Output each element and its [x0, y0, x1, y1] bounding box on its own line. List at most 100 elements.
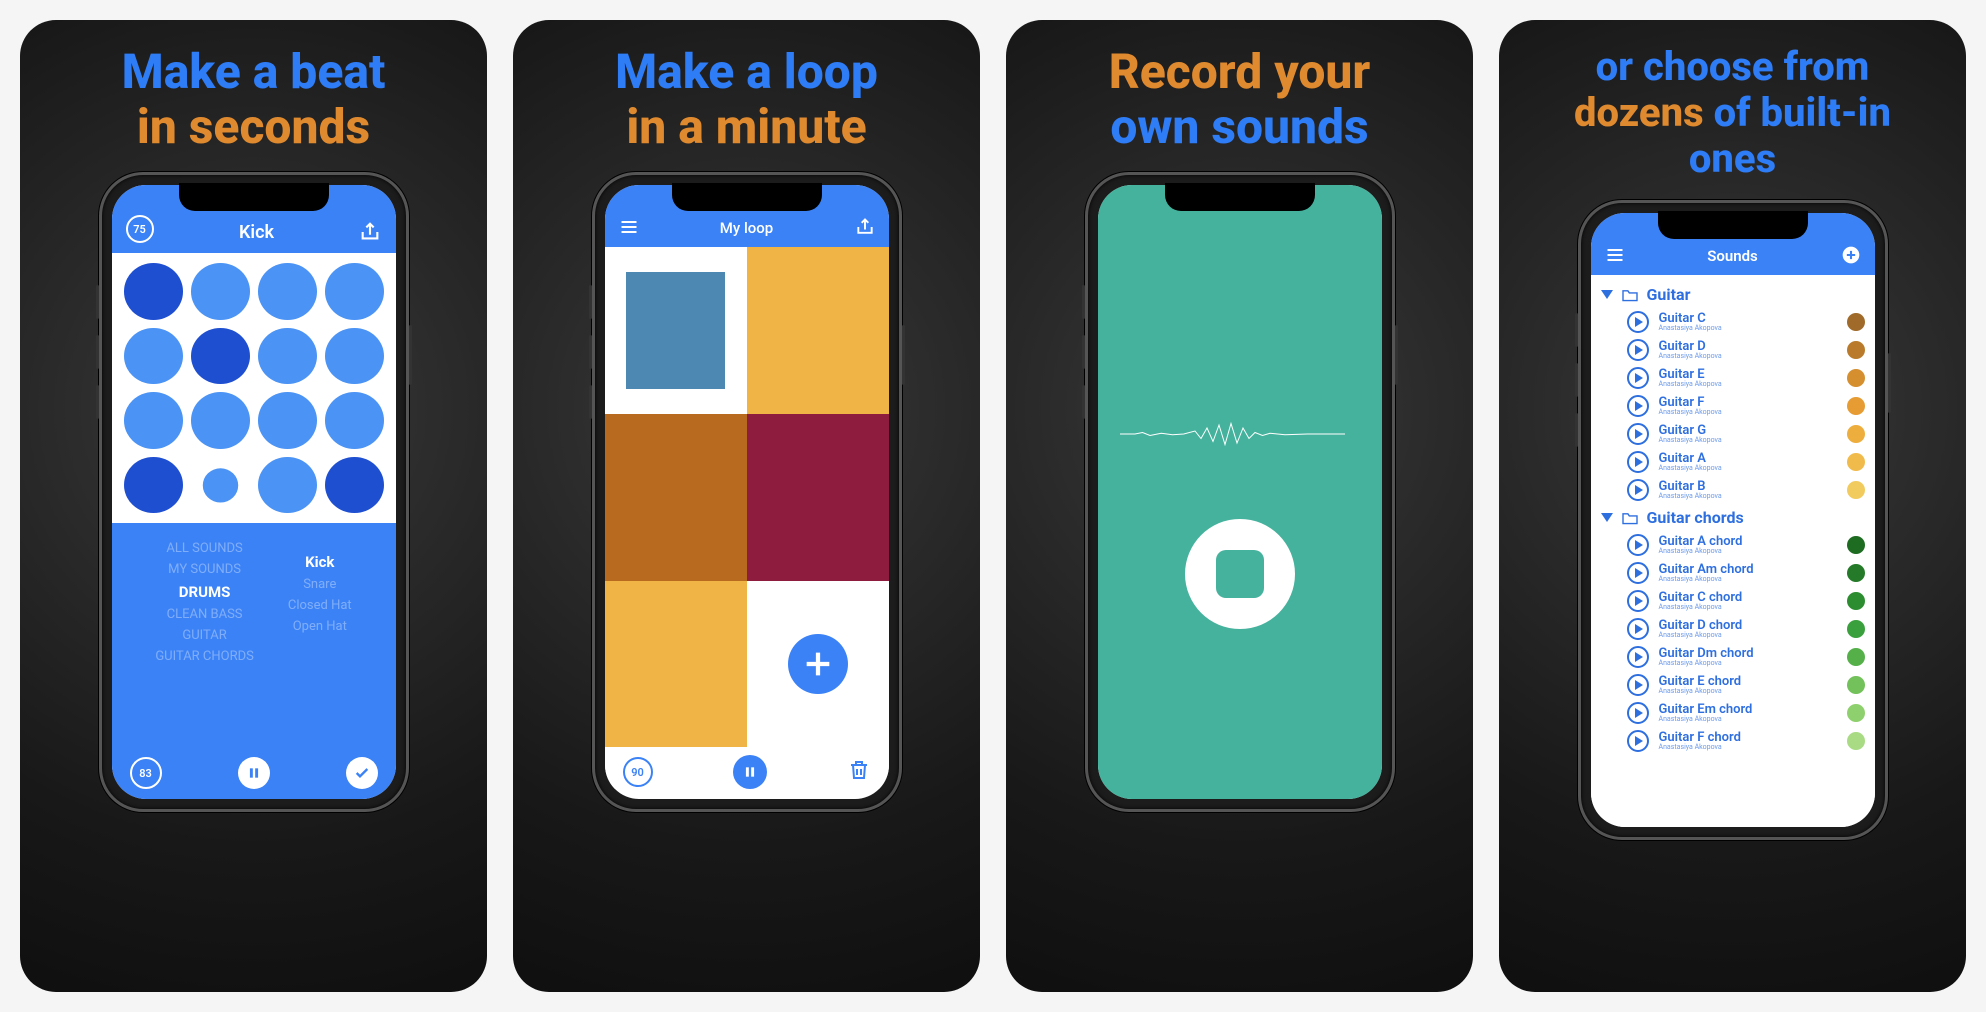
picker-option[interactable]: DRUMS	[179, 583, 231, 601]
trash-icon	[847, 758, 871, 782]
promo-panel-4: or choose from dozens of built-in ones S…	[1499, 20, 1966, 992]
play-icon[interactable]	[1627, 534, 1649, 556]
sound-row[interactable]: Guitar BAnastasiya Akopova	[1601, 476, 1865, 504]
sound-row[interactable]: Guitar A chordAnastasiya Akopova	[1601, 531, 1865, 559]
phone-mock-2: My loop 90	[592, 172, 902, 812]
sound-row[interactable]: Guitar Am chordAnastasiya Akopova	[1601, 559, 1865, 587]
folder-name: Guitar	[1647, 285, 1691, 304]
play-icon[interactable]	[1627, 730, 1649, 752]
play-icon[interactable]	[1627, 590, 1649, 612]
pad[interactable]	[191, 392, 250, 449]
phone-mock-4: Sounds GuitarGuitar CAnastasiya AkopovaG…	[1578, 200, 1888, 840]
picker-option[interactable]: Closed Hat	[288, 598, 352, 613]
play-icon[interactable]	[1627, 674, 1649, 696]
pad[interactable]	[124, 392, 183, 449]
add-loop-tile[interactable]	[747, 581, 889, 748]
sound-row[interactable]: Guitar Em chordAnastasiya Akopova	[1601, 699, 1865, 727]
play-icon[interactable]	[1627, 479, 1649, 501]
pad[interactable]	[325, 328, 384, 385]
loop-tile[interactable]	[605, 581, 747, 748]
color-swatch	[1847, 648, 1865, 666]
sound-row[interactable]: Guitar E chordAnastasiya Akopova	[1601, 671, 1865, 699]
sound-label: Guitar FAnastasiya Akopova	[1659, 396, 1837, 417]
pad[interactable]	[258, 457, 317, 514]
sound-row[interactable]: Guitar Dm chordAnastasiya Akopova	[1601, 643, 1865, 671]
pad[interactable]	[202, 468, 237, 502]
loop-tile[interactable]	[747, 247, 889, 414]
bpm-button[interactable]: 83	[130, 757, 162, 789]
sound-row[interactable]: Guitar C chordAnastasiya Akopova	[1601, 587, 1865, 615]
share-icon[interactable]	[359, 221, 381, 243]
play-icon[interactable]	[1627, 311, 1649, 333]
stop-record-button[interactable]	[1185, 519, 1295, 629]
bpm-indicator-top[interactable]: 75	[126, 215, 154, 243]
panel1-headline: Make a beat in seconds	[108, 44, 400, 154]
bpm-button[interactable]: 90	[623, 757, 653, 787]
loop-tile[interactable]	[605, 247, 747, 414]
pad[interactable]	[124, 457, 183, 514]
play-icon[interactable]	[1627, 451, 1649, 473]
color-swatch	[1847, 704, 1865, 722]
phone-screen-4: Sounds GuitarGuitar CAnastasiya AkopovaG…	[1591, 213, 1875, 827]
add-loop-button[interactable]	[788, 634, 848, 694]
pad[interactable]	[258, 263, 317, 320]
screen4-title: Sounds	[1707, 247, 1758, 265]
picker-option[interactable]: Open Hat	[293, 619, 347, 634]
picker-option[interactable]: GUITAR CHORDS	[155, 649, 254, 664]
picker-column-category[interactable]: ALL SOUNDS MY SOUNDS DRUMS CLEAN BASS GUITAR…	[155, 541, 254, 664]
sound-row[interactable]: Guitar CAnastasiya Akopova	[1601, 308, 1865, 336]
menu-icon[interactable]	[1605, 245, 1625, 265]
loop-tile[interactable]	[747, 414, 889, 581]
phone-notch	[1165, 183, 1315, 211]
delete-button[interactable]	[847, 758, 871, 786]
picker-option[interactable]: CLEAN BASS	[167, 607, 243, 622]
pad[interactable]	[325, 263, 384, 320]
sound-label: Guitar A chordAnastasiya Akopova	[1659, 535, 1837, 556]
sound-row[interactable]: Guitar F chordAnastasiya Akopova	[1601, 727, 1865, 755]
pad[interactable]	[191, 263, 250, 320]
play-icon[interactable]	[1627, 646, 1649, 668]
loop-grid[interactable]	[605, 247, 889, 747]
menu-icon[interactable]	[619, 217, 639, 237]
sound-picker[interactable]: ALL SOUNDS MY SOUNDS DRUMS CLEAN BASS GUITAR…	[112, 523, 396, 799]
plus-icon	[801, 647, 835, 681]
sound-folder[interactable]: Guitar chords	[1601, 504, 1865, 531]
sound-folder[interactable]: Guitar	[1601, 281, 1865, 308]
sound-row[interactable]: Guitar AAnastasiya Akopova	[1601, 448, 1865, 476]
sound-row[interactable]: Guitar FAnastasiya Akopova	[1601, 392, 1865, 420]
pad[interactable]	[325, 457, 384, 514]
picker-option[interactable]: Snare	[303, 577, 336, 592]
pad[interactable]	[258, 328, 317, 385]
pad[interactable]	[124, 328, 183, 385]
sound-label: Guitar CAnastasiya Akopova	[1659, 312, 1837, 333]
picker-option[interactable]: Kick	[305, 553, 334, 571]
pause-button[interactable]	[238, 757, 270, 789]
sound-row[interactable]: Guitar GAnastasiya Akopova	[1601, 420, 1865, 448]
play-icon[interactable]	[1627, 423, 1649, 445]
picker-option[interactable]: ALL SOUNDS	[166, 541, 242, 556]
sound-row[interactable]: Guitar DAnastasiya Akopova	[1601, 336, 1865, 364]
pad[interactable]	[191, 328, 250, 385]
play-icon[interactable]	[1627, 618, 1649, 640]
pad-grid[interactable]	[112, 253, 396, 523]
confirm-button[interactable]	[346, 757, 378, 789]
picker-option[interactable]: GUITAR	[182, 628, 226, 643]
add-sound-icon[interactable]	[1841, 245, 1861, 265]
sounds-list[interactable]: Guitar Guitar CAnastasiya Akopova Guitar D…	[1591, 275, 1875, 827]
sound-label: Guitar AAnastasiya Akopova	[1659, 452, 1837, 473]
play-icon[interactable]	[1627, 367, 1649, 389]
pad[interactable]	[258, 392, 317, 449]
pad[interactable]	[124, 263, 183, 320]
play-icon[interactable]	[1627, 395, 1649, 417]
picker-column-sound[interactable]: Kick Snare Closed Hat Open Hat	[288, 541, 352, 664]
pause-button[interactable]	[733, 755, 767, 789]
picker-option[interactable]: MY SOUNDS	[168, 562, 241, 577]
share-icon[interactable]	[855, 217, 875, 237]
play-icon[interactable]	[1627, 702, 1649, 724]
play-icon[interactable]	[1627, 562, 1649, 584]
loop-tile[interactable]	[605, 414, 747, 581]
sound-row[interactable]: Guitar D chordAnastasiya Akopova	[1601, 615, 1865, 643]
sound-row[interactable]: Guitar EAnastasiya Akopova	[1601, 364, 1865, 392]
play-icon[interactable]	[1627, 339, 1649, 361]
pad[interactable]	[325, 392, 384, 449]
